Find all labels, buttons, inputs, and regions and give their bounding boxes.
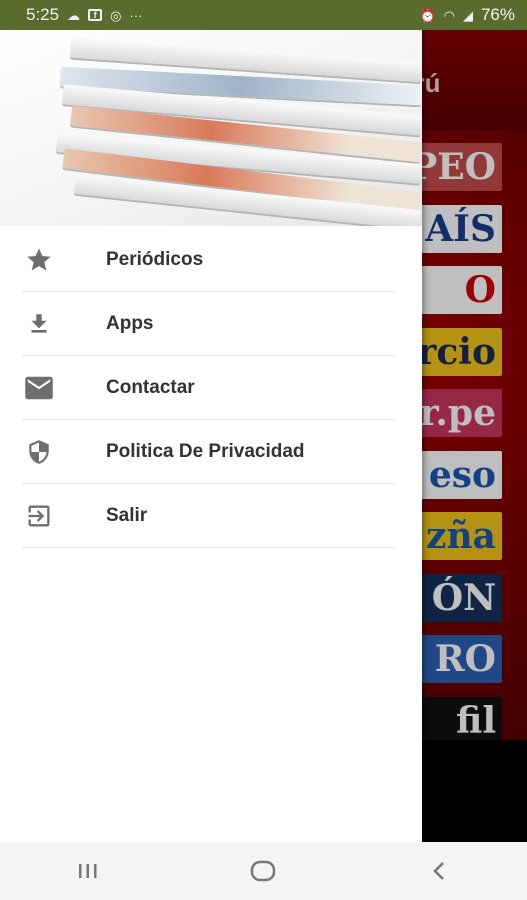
- menu-item-salir[interactable]: Salir: [0, 484, 422, 548]
- alarm-icon: ⏰: [419, 7, 436, 23]
- envelope-icon: [22, 371, 56, 405]
- facebook-icon: f: [88, 9, 103, 21]
- divider: [22, 547, 395, 548]
- wifi-icon: ◠: [443, 7, 455, 23]
- download-icon: [22, 307, 56, 341]
- status-bar: 5:25 ☁ f ◎ ··· ⏰ ◠ ◢ 76%: [0, 0, 527, 30]
- menu-label: Contactar: [106, 377, 195, 398]
- drawer-menu: Periódicos Apps Contactar Politica De Pr…: [0, 228, 422, 548]
- menu-item-apps[interactable]: Apps: [0, 292, 422, 356]
- menu-item-privacidad[interactable]: Politica De Privacidad: [0, 420, 422, 484]
- recent-apps-button[interactable]: [58, 851, 118, 891]
- back-button[interactable]: [409, 851, 469, 891]
- battery-level: 76%: [480, 5, 515, 24]
- recent-apps-icon: [78, 864, 97, 878]
- status-left: 5:25 ☁ f ◎ ···: [26, 5, 142, 25]
- menu-label: Apps: [106, 313, 154, 334]
- menu-label: Periódicos: [106, 249, 204, 270]
- home-button[interactable]: [233, 851, 293, 891]
- home-icon: [251, 860, 276, 882]
- status-time: 5:25: [26, 5, 60, 24]
- menu-label: Salir: [106, 505, 148, 526]
- menu-item-periodicos[interactable]: Periódicos: [0, 228, 422, 292]
- drawer-header-image: [0, 30, 422, 226]
- status-right: ⏰ ◠ ◢ 76%: [419, 5, 515, 25]
- more-notifications: ···: [129, 7, 143, 23]
- navigation-drawer: Periódicos Apps Contactar Politica De Pr…: [0, 30, 422, 842]
- system-navigation-bar: [0, 842, 527, 900]
- cloud-icon: ☁: [67, 7, 81, 23]
- signal-icon: ◢: [462, 7, 473, 23]
- back-icon: [433, 862, 445, 880]
- menu-label: Politica De Privacidad: [106, 441, 305, 462]
- vpn-icon: ◎: [110, 7, 122, 23]
- star-icon: [22, 243, 56, 277]
- shield-icon: [22, 435, 56, 469]
- exit-icon: [22, 499, 56, 533]
- menu-item-contactar[interactable]: Contactar: [0, 356, 422, 420]
